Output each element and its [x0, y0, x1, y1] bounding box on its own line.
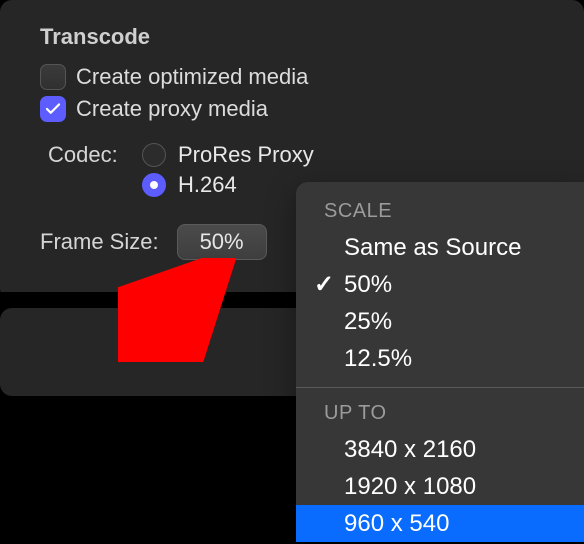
menu-item-label: Same as Source	[344, 234, 521, 262]
checkbox-proxy[interactable]	[40, 96, 66, 122]
checkmark-icon: ✓	[312, 270, 336, 299]
section-title: Transcode	[40, 24, 560, 50]
checkbox-optimized-label: Create optimized media	[76, 64, 308, 90]
frame-size-menu[interactable]: SCALE ✓ Same as Source ✓ 50% ✓ 25% ✓ 12.…	[296, 182, 584, 542]
radio-prores[interactable]	[142, 143, 166, 167]
menu-item-960[interactable]: ✓ 960 x 540	[296, 505, 584, 542]
menu-separator	[296, 387, 584, 388]
menu-header-scale: SCALE	[296, 194, 584, 229]
checkbox-proxy-label: Create proxy media	[76, 96, 268, 122]
radio-prores-label: ProRes Proxy	[178, 142, 314, 168]
radio-h264[interactable]	[142, 173, 166, 197]
menu-item-12-5[interactable]: ✓ 12.5%	[296, 340, 584, 377]
menu-item-label: 50%	[344, 271, 392, 299]
menu-item-label: 1920 x 1080	[344, 473, 476, 501]
frame-size-popup[interactable]: 50%	[177, 224, 267, 260]
menu-item-3840[interactable]: ✓ 3840 x 2160	[296, 431, 584, 468]
menu-item-50[interactable]: ✓ 50%	[296, 266, 584, 303]
create-optimized-row[interactable]: Create optimized media	[40, 64, 560, 90]
menu-header-upto: UP TO	[296, 396, 584, 431]
menu-item-label: 960 x 540	[344, 510, 449, 538]
codec-label: Codec:	[44, 142, 124, 168]
radio-h264-label: H.264	[178, 172, 237, 198]
menu-item-25[interactable]: ✓ 25%	[296, 303, 584, 340]
menu-item-label: 25%	[344, 308, 392, 336]
create-proxy-row[interactable]: Create proxy media	[40, 96, 560, 122]
menu-item-1920[interactable]: ✓ 1920 x 1080	[296, 468, 584, 505]
frame-size-label: Frame Size:	[40, 229, 159, 255]
menu-item-label: 3840 x 2160	[344, 436, 476, 464]
menu-item-same-as-source[interactable]: ✓ Same as Source	[296, 229, 584, 266]
checkbox-optimized[interactable]	[40, 64, 66, 90]
menu-item-label: 12.5%	[344, 345, 412, 373]
